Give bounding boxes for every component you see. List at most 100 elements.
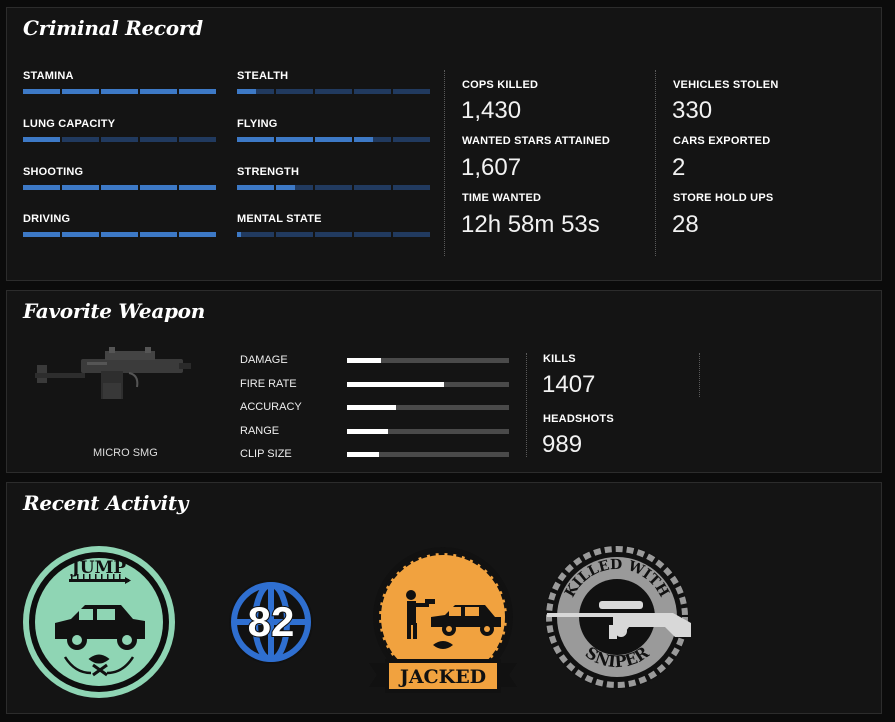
skill-bar-segment [237,89,274,94]
skill-stamina: STAMINA [23,70,216,94]
time-wanted-value: 12h 58m 53s [461,211,600,238]
skill-bar-segment [179,89,216,94]
skill-bar-segment [354,232,391,237]
skill-bar-segment [315,137,352,142]
store-holdups-label: STORE HOLD UPS [673,192,774,204]
skill-label: DRIVING [23,213,71,225]
cars-exported-label: CARS EXPORTED [673,135,771,147]
skill-label: STEALTH [237,70,289,82]
skill-bar-segment [62,232,99,237]
jacked-badge-text: JACKED [398,666,486,688]
skill-label: LUNG CAPACITY [23,118,116,130]
skill-driving: DRIVING [23,213,216,237]
skill-bar-segment [101,232,138,237]
skill-flying: FLYING [237,118,430,142]
skill-strength: STRENGTH [237,166,430,190]
skill-bar-segment [354,89,391,94]
time-wanted-label: TIME WANTED [462,192,542,204]
skill-bar-segment [179,137,216,142]
skill-bar-segment [23,137,60,142]
skill-bar-segment [276,137,313,142]
cars-exported-value: 2 [672,154,686,181]
skill-label: SHOOTING [23,166,84,178]
jump-badge[interactable]: JUMP [21,543,177,706]
criminal-record-title: Criminal Record [23,16,203,40]
weapon-stat-label: ACCURACY [240,401,302,413]
vehicles-stolen-value: 330 [672,97,713,124]
skill-bar-segment [276,185,313,190]
skill-bar-segment [62,185,99,190]
skill-bar-segment [101,137,138,142]
wanted-stars-value: 1,607 [461,154,522,181]
skill-bar-segment [354,185,391,190]
headshots-value: 989 [542,431,583,458]
skill-bar-segment [179,232,216,237]
smg-icon [33,343,193,403]
skill-bar-segment [237,232,274,237]
cops-killed-value: 1,430 [461,97,522,124]
skill-bar-segment [62,137,99,142]
kills-label: KILLS [543,353,576,365]
skill-bar-segment [393,89,430,94]
weapon-stat-bar [347,428,509,434]
jacked-badge[interactable]: JACKED [365,545,521,710]
skill-bar-segment [315,89,352,94]
rank-badge[interactable]: 82 [227,578,315,671]
skill-bar-segment [393,232,430,237]
store-holdups-value: 28 [672,211,699,238]
skill-bar-segment [140,89,177,94]
skill-label: STRENGTH [237,166,300,178]
weapon-stat-label: FIRE RATE [240,377,297,390]
weapon-stat-label: DAMAGE [240,354,288,366]
headshots-label: HEADSHOTS [543,413,614,425]
skill-bar-segment [140,137,177,142]
divider [699,353,700,397]
skill-bar [23,232,216,237]
weapon-stat-bar [347,381,509,387]
weapon-stat-bar [347,358,509,363]
kills-value: 1407 [542,371,596,398]
skill-bar-segment [393,137,430,142]
skill-bar [237,185,430,190]
skill-bar-segment [179,185,216,190]
skill-bar [23,89,216,94]
skill-bar-segment [101,89,138,94]
skill-bar-segment [101,185,138,190]
weapon-stat-bar [347,452,509,457]
vehicles-stolen-label: VEHICLES STOLEN [673,79,779,91]
criminal-record-panel: Criminal Record STAMINA STEALTH LUNG CAPAC… [6,7,882,281]
cops-killed-label: COPS KILLED [462,79,539,91]
recent-activity-title: Recent Activity [23,491,189,515]
skill-bar [237,89,430,94]
skill-bar-segment [237,137,274,142]
favorite-weapon-panel: Favorite Weapon MICRO SMG DAMAGE FIRE RAT… [6,290,882,473]
skill-mental-state: MENTAL STATE [237,213,430,237]
skill-bar [237,232,430,237]
recent-activity-panel: Recent Activity JUMP 82 JACKED KILLED WI… [6,482,882,714]
favorite-weapon-title: Favorite Weapon [23,299,205,323]
skill-stealth: STEALTH [237,70,430,94]
skill-lung-capacity: LUNG CAPACITY [23,118,216,142]
skill-bar-segment [393,185,430,190]
skill-bar [23,185,216,190]
skill-bar-segment [237,185,274,190]
divider [526,353,527,457]
weapon-name: MICRO SMG [93,447,158,459]
skill-label: MENTAL STATE [237,213,322,225]
skill-label: FLYING [237,118,278,130]
skill-bar-segment [276,89,313,94]
wanted-stars-label: WANTED STARS ATTAINED [462,135,611,147]
weapon-stat-label: RANGE [240,424,280,437]
divider [655,70,656,256]
skill-bar-segment [23,232,60,237]
skill-bar [23,137,216,142]
skill-bar-segment [315,232,352,237]
weapon-stat-label: CLIP SIZE [240,448,292,460]
skill-bar [237,137,430,142]
skill-bar-segment [315,185,352,190]
skill-label: STAMINA [23,70,74,82]
skill-bar-segment [23,89,60,94]
skill-bar-segment [140,232,177,237]
sniper-badge[interactable]: KILLED WITH SNIPER [537,543,697,698]
skill-bar-segment [23,185,60,190]
